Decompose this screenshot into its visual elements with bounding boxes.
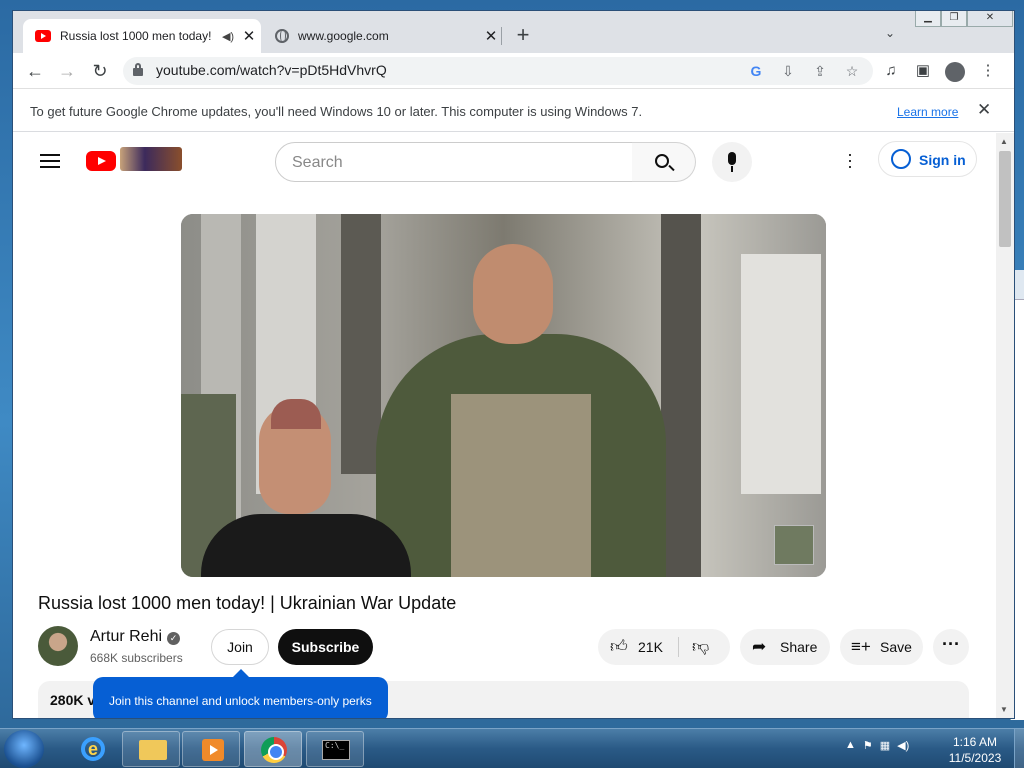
close-window-button[interactable]: ✕ [967, 11, 1013, 27]
thumbs-up-icon[interactable]: 👍︎ [610, 629, 628, 665]
close-tab-icon[interactable]: ✕ [237, 27, 261, 45]
verified-check-icon: ✓ [167, 632, 180, 645]
system-tray: ▲ ⚑ ▦ ◀) [845, 739, 909, 752]
internet-explorer-icon: e [81, 737, 105, 761]
youtube-favicon-icon [35, 30, 51, 42]
search-button[interactable] [632, 142, 696, 182]
taskbar-explorer[interactable] [122, 731, 180, 767]
search-input[interactable]: Search [275, 142, 633, 182]
infobar-message: To get future Google Chrome updates, you… [30, 104, 643, 119]
voice-search-button[interactable] [712, 142, 752, 182]
sign-in-label: Sign in [919, 152, 966, 168]
share-page-icon[interactable]: ⇪ [809, 60, 831, 82]
tab-google[interactable]: www.google.com ✕ [263, 19, 503, 53]
tab-strip: Russia lost 1000 men today! ◀) ✕ www.goo… [13, 11, 1014, 53]
media-control-icon[interactable]: ♫ [879, 59, 903, 83]
forward-button[interactable]: → [55, 59, 79, 83]
back-button[interactable]: ← [23, 59, 47, 83]
address-bar[interactable]: youtube.com/watch?v=pDt5HdVhvrQ G ⇩ ⇪ ☆ [123, 57, 873, 85]
minimize-button[interactable]: ▁ [915, 11, 941, 27]
video-title: Russia lost 1000 men today! | Ukrainian … [38, 593, 457, 613]
channel-name[interactable]: Artur Rehi [90, 628, 162, 646]
reload-button[interactable]: ↻ [88, 59, 112, 83]
action-center-icon[interactable]: ⚑ [863, 739, 873, 752]
settings-menu-icon[interactable]: · · · [847, 145, 853, 175]
restore-button[interactable]: ❐ [941, 11, 967, 27]
subscribe-button[interactable]: Subscribe [278, 629, 373, 665]
account-icon [891, 149, 911, 169]
globe-icon [275, 29, 289, 43]
sign-in-button[interactable]: Sign in [878, 141, 977, 177]
clock[interactable]: 1:16 AM 11/5/2023 [940, 734, 1010, 766]
infobar-close-icon[interactable]: ✕ [977, 100, 991, 120]
show-desktop-button[interactable] [1014, 729, 1024, 768]
scroll-up-icon[interactable]: ▲ [1000, 137, 1008, 146]
tray-expand-icon[interactable]: ▲ [845, 739, 856, 752]
like-dislike-group: 👍︎ 21K 👎︎ [598, 629, 730, 665]
search-icon [655, 154, 669, 168]
new-tab-button[interactable]: + [511, 23, 535, 47]
chrome-icon [261, 737, 287, 763]
lock-icon[interactable] [133, 63, 143, 76]
channel-avatar[interactable] [38, 626, 78, 666]
browser-toolbar: ← → ↻ youtube.com/watch?v=pDt5HdVhvrQ G … [13, 53, 1014, 89]
tooltip-text: Join this channel and unlock members-onl… [109, 694, 372, 708]
network-icon[interactable]: ▦ [880, 739, 890, 752]
microphone-icon [728, 152, 736, 165]
youtube-doodle[interactable] [120, 147, 182, 171]
more-actions-button[interactable]: ··· [933, 629, 969, 665]
update-infobar: To get future Google Chrome updates, you… [13, 90, 1014, 132]
google-translate-icon[interactable]: G [745, 60, 767, 82]
page-scrollbar[interactable]: ▲ ▼ [996, 133, 1014, 718]
install-app-icon[interactable]: ⇩ [777, 60, 799, 82]
folder-icon [139, 740, 167, 760]
side-panel-icon[interactable]: ▣ [911, 59, 935, 83]
menu-icon[interactable] [40, 154, 60, 168]
learn-more-link[interactable]: Learn more [897, 105, 958, 119]
clock-time: 1:16 AM [952, 735, 998, 749]
profile-avatar-icon[interactable] [945, 62, 965, 82]
tab-title: Russia lost 1000 men today! [60, 29, 212, 43]
chrome-window: Russia lost 1000 men today! ◀) ✕ www.goo… [13, 11, 1014, 718]
taskbar-media-player[interactable] [182, 731, 240, 767]
share-arrow-icon: ➦ [752, 637, 767, 656]
taskbar: e C:\_ ▲ ⚑ ▦ ◀) 1:16 AM 11/5/2023 [0, 728, 1024, 768]
share-button[interactable]: ➦ Share [740, 629, 830, 665]
media-player-icon [202, 739, 224, 761]
thumbs-down-icon[interactable]: 👎︎ [692, 629, 709, 665]
volume-icon[interactable]: ◀) [897, 739, 909, 752]
window-controls: ▁ ❐ ✕ [915, 11, 1013, 27]
youtube-header: Search · · · Sign in [13, 133, 996, 189]
share-label: Share [780, 639, 818, 655]
close-tab-icon[interactable]: ✕ [479, 27, 503, 45]
save-label: Save [880, 639, 912, 655]
command-prompt-icon: C:\_ [322, 740, 350, 760]
subscriber-count: 668K subscribers [90, 651, 183, 665]
bookmark-star-icon[interactable]: ☆ [841, 60, 863, 82]
taskbar-ie[interactable]: e [62, 731, 120, 767]
youtube-logo[interactable] [86, 151, 116, 171]
video-player[interactable] [181, 214, 826, 577]
url-text[interactable]: youtube.com/watch?v=pDt5HdVhvrQ [156, 62, 387, 78]
taskbar-cmd[interactable]: C:\_ [306, 731, 364, 767]
tab-divider [501, 27, 502, 45]
like-count[interactable]: 21K [638, 629, 663, 665]
scroll-down-icon[interactable]: ▼ [1000, 705, 1008, 714]
save-button[interactable]: ≡+ Save [840, 629, 923, 665]
join-button[interactable]: Join [211, 629, 269, 665]
speaker-icon[interactable]: ◀) [219, 30, 237, 43]
join-tooltip: Join this channel and unlock members-onl… [93, 669, 388, 718]
scrollbar-thumb[interactable] [999, 151, 1011, 247]
taskbar-chrome[interactable] [244, 731, 302, 767]
playlist-add-icon: ≡+ [851, 637, 871, 656]
clock-date: 11/5/2023 [948, 751, 1002, 765]
start-button[interactable] [4, 730, 44, 768]
chrome-menu-icon[interactable]: ⋮ [976, 59, 1000, 83]
view-count: 280K v [50, 692, 96, 708]
tab-youtube[interactable]: Russia lost 1000 men today! ◀) ✕ [23, 19, 261, 53]
youtube-page: Search · · · Sign in Russia lost 1000 me… [13, 133, 996, 718]
tab-title: www.google.com [298, 29, 389, 43]
tab-search-chevron-icon[interactable]: ⌄ [885, 26, 895, 40]
